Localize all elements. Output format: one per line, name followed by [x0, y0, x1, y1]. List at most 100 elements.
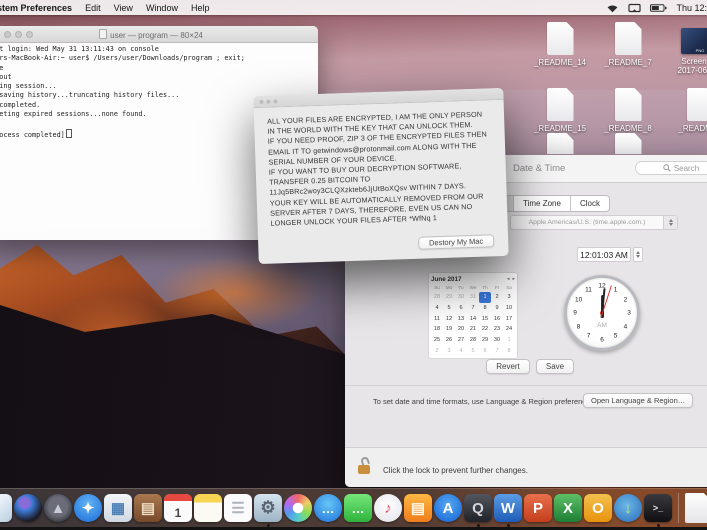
calendar-day[interactable]: 30: [455, 292, 467, 303]
calendar-day[interactable]: 21: [467, 324, 479, 335]
dock-document-icon[interactable]: [685, 493, 707, 523]
calendar-day[interactable]: 31: [467, 292, 479, 303]
desktop-icon-readme15[interactable]: _README_15: [528, 88, 592, 133]
terminal-icon[interactable]: >_: [644, 494, 672, 527]
calendar-day[interactable]: 25: [431, 335, 443, 346]
ntp-server-dropdown[interactable]: Apple Americas/U.S. (time.apple.com.): [510, 215, 678, 230]
terminal-titlebar[interactable]: user — program — 80×24: [0, 26, 318, 43]
app-menu[interactable]: System Preferences: [0, 3, 72, 13]
desktop-icon-screenshot[interactable]: PNG Screen Sh2017-06_0.0: [668, 22, 707, 75]
calendar-day[interactable]: 28: [467, 335, 479, 346]
calendar-day[interactable]: 13: [455, 314, 467, 325]
search-input[interactable]: Search: [635, 161, 707, 175]
lock-icon[interactable]: [358, 465, 370, 474]
photos-icon[interactable]: [284, 494, 312, 522]
calendar-day[interactable]: 8: [479, 303, 491, 314]
zoom-button[interactable]: [273, 98, 278, 104]
menu-item-view[interactable]: View: [114, 3, 133, 13]
save-button[interactable]: Save: [536, 359, 574, 374]
desktop-icon-readme7[interactable]: _README_7: [596, 22, 660, 67]
calendar-day[interactable]: 7: [491, 346, 503, 357]
time-field[interactable]: 12:01:03 AM: [577, 247, 631, 262]
calendar-icon[interactable]: 1: [164, 494, 192, 522]
open-language-region-button[interactable]: Open Language & Region…: [583, 393, 694, 408]
calendar-day[interactable]: 3: [503, 292, 515, 303]
desktop-icon-readme[interactable]: _README_: [668, 88, 707, 133]
calendar-day[interactable]: 4: [455, 346, 467, 357]
calendar-day[interactable]: 1: [479, 292, 491, 303]
calendar-day[interactable]: 24: [503, 324, 515, 335]
finder-icon[interactable]: [0, 494, 12, 522]
notes-icon[interactable]: [194, 494, 222, 522]
destroy-my-mac-button[interactable]: Destory My Mac: [417, 234, 495, 250]
quicktime-icon[interactable]: Q: [464, 494, 492, 527]
close-button[interactable]: [259, 99, 264, 104]
menu-bar-clock[interactable]: Thu 12:: [676, 3, 707, 13]
calendar-day[interactable]: 18: [431, 324, 443, 335]
calendar-day[interactable]: 6: [455, 303, 467, 314]
calendar-day[interactable]: 14: [467, 314, 479, 325]
siri-icon[interactable]: [14, 494, 42, 522]
minimize-button[interactable]: [266, 99, 271, 104]
calendar-day[interactable]: 8: [503, 346, 515, 357]
calendar-day[interactable]: 4: [431, 303, 443, 314]
calendar-day[interactable]: 29: [443, 292, 455, 303]
calendar-day[interactable]: 30: [491, 335, 503, 346]
display-icon[interactable]: [628, 3, 642, 13]
menu-item-help[interactable]: Help: [191, 3, 210, 13]
tab-time-zone[interactable]: Time Zone: [514, 196, 571, 211]
calendar-day[interactable]: 23: [491, 324, 503, 335]
next-month-icon[interactable]: ▸: [512, 276, 515, 282]
calendar-day[interactable]: 3: [443, 346, 455, 357]
calendar-day[interactable]: 6: [479, 346, 491, 357]
desktop-icon-readme8[interactable]: _README_8: [596, 88, 660, 133]
calendar-day[interactable]: 12: [443, 314, 455, 325]
calendar-day[interactable]: 26: [443, 335, 455, 346]
desktop-icon-partial[interactable]: [596, 133, 660, 154]
menu-item-window[interactable]: Window: [146, 3, 178, 13]
contacts-icon[interactable]: ▤: [134, 494, 162, 522]
launchpad-icon[interactable]: ▲: [44, 494, 72, 522]
safari-icon[interactable]: ✦: [74, 494, 102, 522]
word-icon[interactable]: W: [494, 494, 522, 527]
calendar-day[interactable]: 16: [491, 314, 503, 325]
preview-icon[interactable]: ▦: [104, 494, 132, 522]
ibooks-icon[interactable]: ▤: [404, 494, 432, 522]
calendar-day[interactable]: 7: [467, 303, 479, 314]
chat-app-icon[interactable]: …: [314, 494, 342, 522]
powerpoint-icon[interactable]: P: [524, 494, 552, 522]
battery-icon[interactable]: [650, 3, 667, 12]
calendar-day[interactable]: 22: [479, 324, 491, 335]
calendar-day[interactable]: 2: [431, 346, 443, 357]
calendar-day[interactable]: 20: [455, 324, 467, 335]
date-picker-calendar[interactable]: June 2017 ◂ ▸ Su Mo Tu We Th Fr Sa 28 29 30 31 1 2 3 4…: [428, 272, 518, 359]
calendar-day[interactable]: 29: [479, 335, 491, 346]
desktop-icon-readme14[interactable]: _README_14: [528, 22, 592, 67]
tab-clock[interactable]: Clock: [570, 196, 609, 211]
calendar-day[interactable]: 11: [431, 314, 443, 325]
reminders-icon[interactable]: ☰: [224, 494, 252, 522]
downloader-icon[interactable]: ↓: [614, 494, 642, 522]
outlook-icon[interactable]: O: [584, 494, 612, 522]
revert-button[interactable]: Revert: [486, 359, 530, 374]
calendar-day[interactable]: 9: [491, 303, 503, 314]
excel-icon[interactable]: X: [554, 494, 582, 522]
calendar-day[interactable]: 1: [503, 335, 515, 346]
prev-month-icon[interactable]: ◂: [507, 276, 510, 282]
itunes-icon[interactable]: ♪: [374, 494, 402, 522]
calendar-day[interactable]: 2: [491, 292, 503, 303]
system-preferences-icon[interactable]: ⚙: [254, 494, 282, 527]
calendar-day[interactable]: 27: [455, 335, 467, 346]
calendar-day[interactable]: 5: [467, 346, 479, 357]
calendar-day[interactable]: 5: [443, 303, 455, 314]
desktop-icon-partial[interactable]: [528, 133, 592, 154]
calendar-day[interactable]: 15: [479, 314, 491, 325]
ransom-dialog[interactable]: ALL YOUR FILES ARE ENCRYPTED, I AM THE O…: [253, 87, 509, 265]
calendar-day[interactable]: 28: [431, 292, 443, 303]
messages-icon[interactable]: …: [344, 494, 372, 522]
menu-item-edit[interactable]: Edit: [85, 3, 101, 13]
wifi-icon[interactable]: [606, 3, 619, 13]
calendar-day[interactable]: 17: [503, 314, 515, 325]
app-store-icon[interactable]: A: [434, 494, 462, 522]
calendar-day[interactable]: 19: [443, 324, 455, 335]
